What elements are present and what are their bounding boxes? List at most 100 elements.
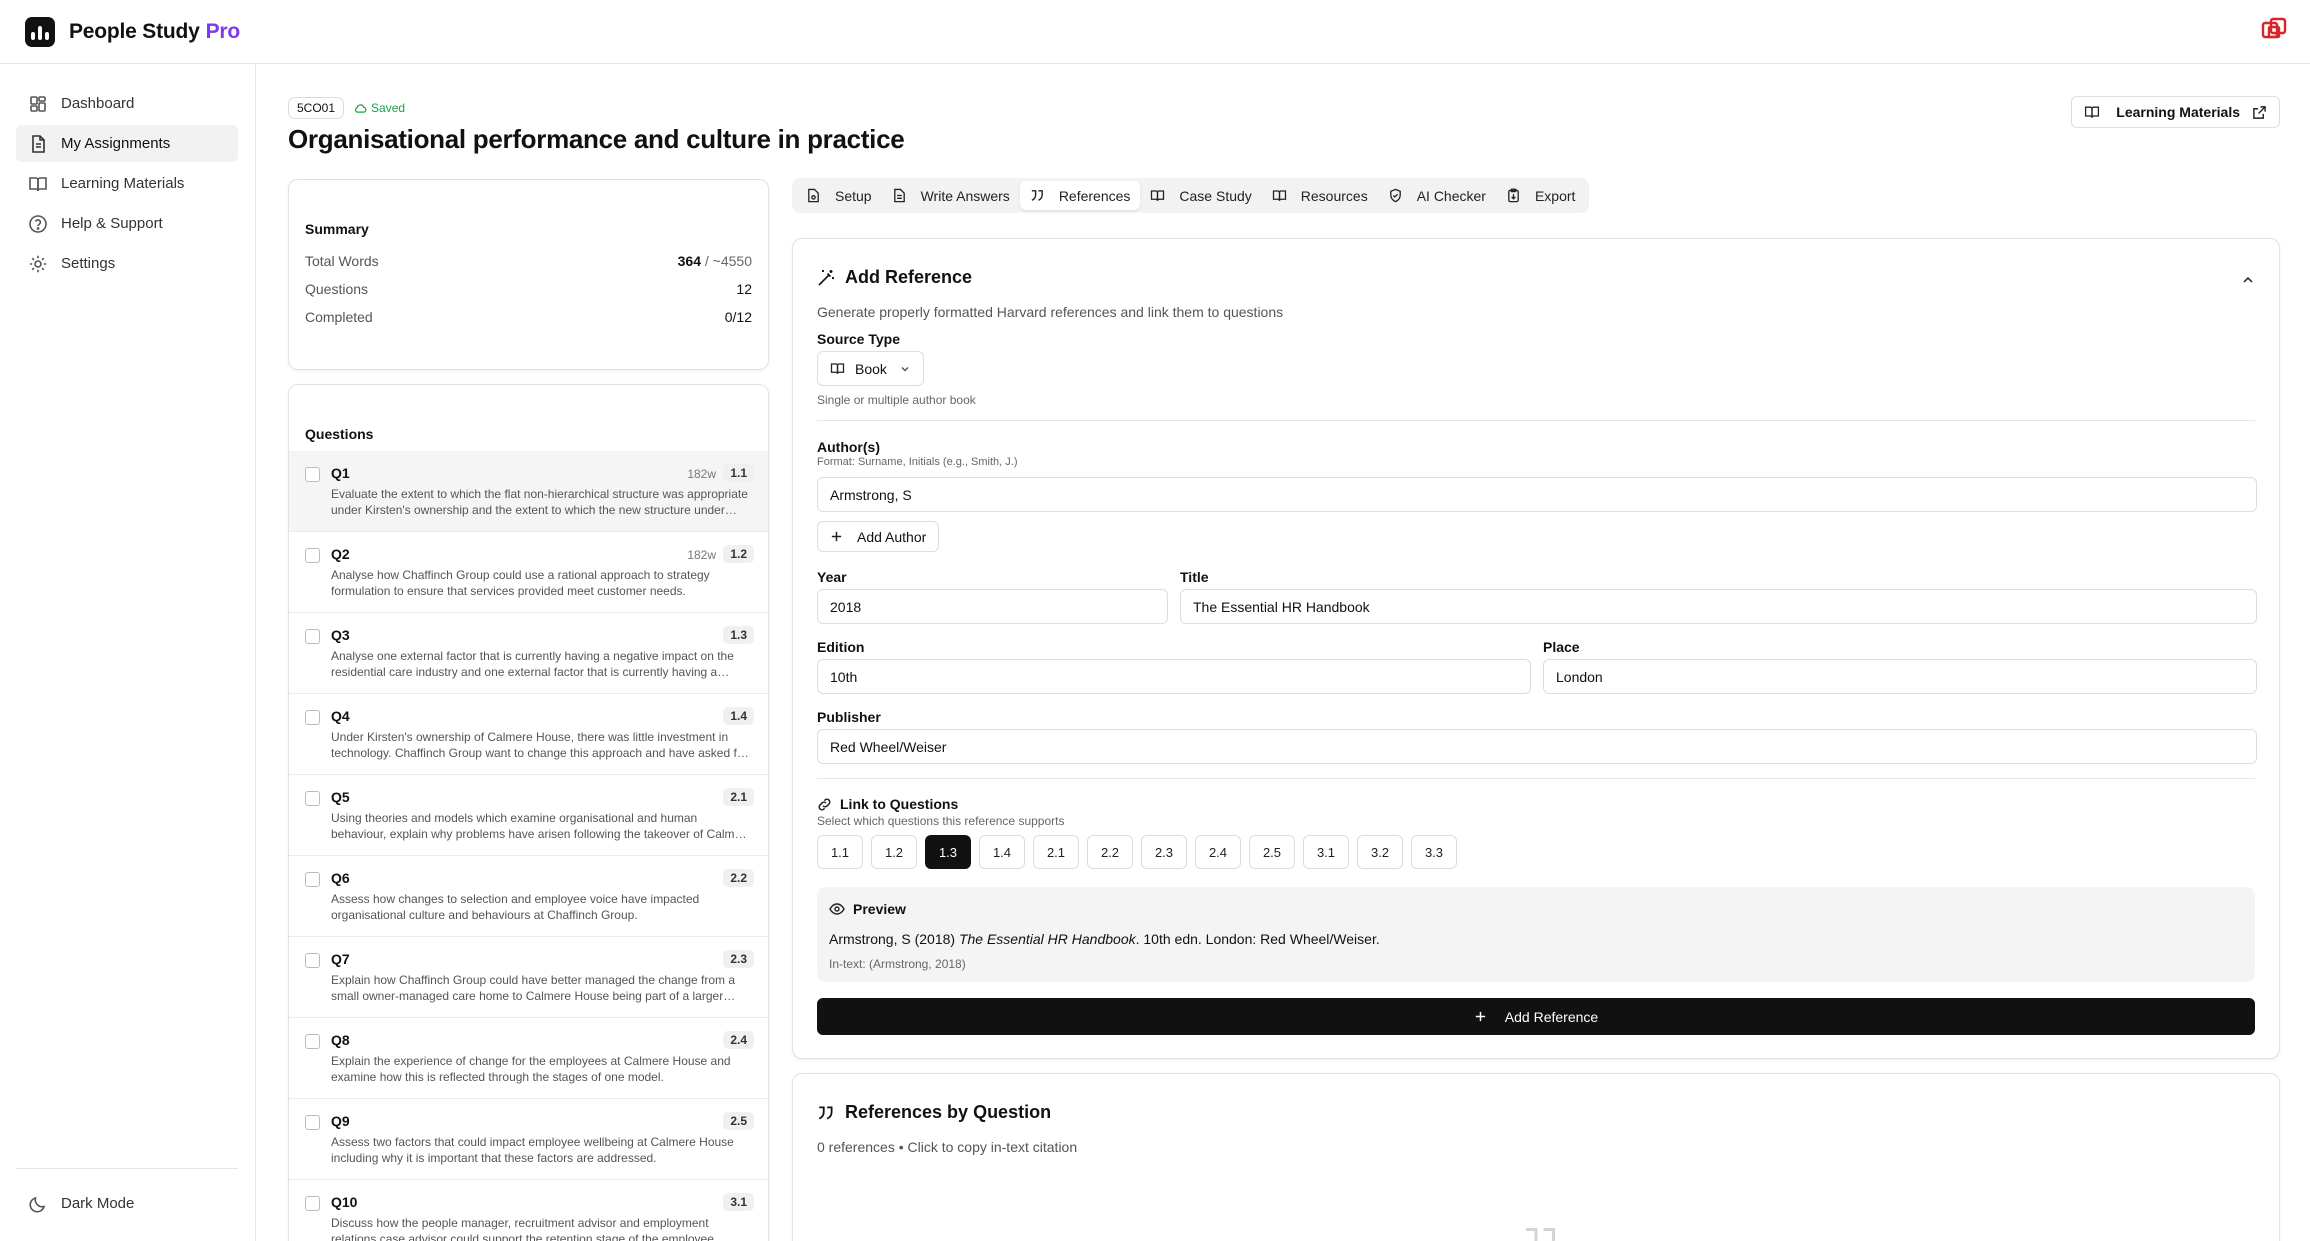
question-checkbox[interactable] — [305, 791, 320, 806]
app-name: People Study Pro — [69, 19, 241, 43]
tab-label: AI Checker — [1416, 187, 1486, 204]
year-label: Year — [817, 569, 847, 585]
question-chip[interactable]: 1.2 — [871, 835, 917, 869]
questions-count-label: Questions — [305, 281, 369, 297]
section-divider — [817, 420, 2255, 421]
add-reference-header[interactable]: Add Reference — [817, 267, 972, 288]
plus-icon — [831, 531, 842, 542]
question-chip[interactable]: 1.1 — [817, 835, 863, 869]
plus-icon — [1475, 1011, 1485, 1022]
question-item[interactable]: Q6 2.2 Assess how changes to selection and… — [289, 856, 768, 937]
book-icon — [2085, 106, 2100, 118]
question-label: Q1 — [331, 465, 350, 481]
library-icon — [1272, 190, 1286, 201]
question-item[interactable]: Q10 3.1 Discuss how the people manager, re… — [289, 1180, 768, 1241]
question-checkbox[interactable] — [305, 1196, 320, 1211]
sidebar-item-help-support[interactable]: Help & Support — [16, 205, 238, 242]
year-input[interactable]: 2018 — [817, 589, 1168, 624]
add-reference-button[interactable]: Add Reference — [817, 998, 2255, 1035]
sidebar-item-dashboard[interactable]: Dashboard — [16, 85, 238, 122]
question-checkbox[interactable] — [305, 953, 320, 968]
question-checkbox[interactable] — [305, 548, 320, 563]
question-chip[interactable]: 2.2 — [1087, 835, 1133, 869]
sidebar-item-my-assignments[interactable]: My Assignments — [16, 125, 238, 162]
question-chip[interactable]: 1.4 — [979, 835, 1025, 869]
question-checkbox[interactable] — [305, 467, 320, 482]
brand-mark-icon[interactable] — [2260, 16, 2288, 44]
chevron-down-icon — [901, 366, 909, 372]
question-checkbox[interactable] — [305, 1034, 320, 1049]
sidebar-item-settings[interactable]: Settings — [16, 245, 238, 282]
tab-export[interactable]: Export — [1496, 181, 1585, 210]
title-input[interactable]: The Essential HR Handbook — [1180, 589, 2257, 624]
tab-write-answers[interactable]: Write Answers — [882, 181, 1020, 210]
collapse-button[interactable] — [2241, 273, 2255, 287]
questions-count-value: 12 — [736, 281, 752, 297]
add-reference-description: Generate properly formatted Harvard refe… — [817, 304, 1284, 320]
learning-materials-button[interactable]: Learning Materials — [2071, 96, 2280, 128]
source-type-select[interactable]: Book — [817, 351, 924, 386]
chevron-up-icon — [2243, 276, 2253, 283]
preview-citation[interactable]: Armstrong, S (2018) The Essential HR Han… — [829, 931, 1380, 947]
question-item[interactable]: Q1 182w 1.1 Evaluate the extent to which th… — [289, 451, 768, 532]
add-author-button[interactable]: Add Author — [817, 521, 940, 552]
total-words-target: / ~4550 — [704, 253, 752, 269]
edition-input[interactable]: 10th — [817, 659, 1531, 694]
question-item[interactable]: Q2 182w 1.2 Analyse how Chaffinch Group cou… — [289, 532, 768, 613]
assignment-meta: 5CO01 Saved — [288, 97, 405, 119]
question-chip[interactable]: 2.5 — [1249, 835, 1295, 869]
question-checkbox[interactable] — [305, 629, 320, 644]
question-text: Evaluate the extent to which the flat no… — [331, 487, 748, 517]
publisher-input[interactable]: Red Wheel/Weiser — [817, 729, 2257, 764]
question-number-badge: 1.4 — [723, 707, 754, 725]
question-chip[interactable]: 3.1 — [1303, 835, 1349, 869]
question-item[interactable]: Q5 2.1 Using theories and models which exa… — [289, 775, 768, 856]
preview-label: Preview — [853, 901, 906, 917]
tab-setup[interactable]: Setup — [796, 181, 882, 210]
question-text: Explain how Chaffinch Group could have b… — [331, 973, 736, 1003]
sidebar-item-label: Dashboard — [61, 95, 135, 112]
tab-label: Case Study — [1179, 187, 1252, 204]
question-checkbox[interactable] — [305, 872, 320, 887]
sidebar-item-label: My Assignments — [61, 135, 171, 152]
dark-mode-toggle[interactable]: Dark Mode — [16, 1185, 238, 1222]
tab-bar: Setup Write Answers References Case Stud… — [792, 178, 1590, 213]
saved-status: Saved — [354, 101, 405, 115]
top-bar: People Study Pro — [0, 0, 2310, 64]
question-text: Analyse one external factor that is curr… — [331, 649, 734, 679]
main-content: 5CO01 Saved Organisational performance a… — [257, 64, 2310, 1241]
page-title: Organisational performance and culture i… — [288, 124, 905, 154]
tab-case-study[interactable]: Case Study — [1140, 181, 1261, 210]
question-label: Q4 — [331, 708, 350, 724]
author-input[interactable]: Armstrong, S — [817, 477, 2257, 512]
link-icon — [818, 798, 831, 810]
tab-references[interactable]: References — [1019, 181, 1141, 210]
question-chip[interactable]: 3.2 — [1357, 835, 1403, 869]
question-number-badge: 1.3 — [723, 626, 754, 644]
question-chip[interactable]: 2.3 — [1141, 835, 1187, 869]
question-chip[interactable]: 2.4 — [1195, 835, 1241, 869]
app-logo-icon[interactable] — [25, 16, 55, 47]
tab-resources[interactable]: Resources — [1262, 181, 1378, 210]
publisher-label: Publisher — [817, 709, 881, 725]
question-checkbox[interactable] — [305, 1115, 320, 1130]
question-chip[interactable]: 1.3 — [925, 835, 971, 869]
question-item[interactable]: Q4 1.4 Under Kirsten's ownership of Calmer… — [289, 694, 768, 775]
book-icon — [29, 176, 47, 191]
summary-completed: Completed 0/12 — [305, 309, 752, 325]
questions-title: Questions — [305, 426, 374, 442]
place-input[interactable]: London — [1543, 659, 2257, 694]
question-chip[interactable]: 2.1 — [1033, 835, 1079, 869]
shield-check-icon — [1389, 188, 1401, 203]
sidebar-item-learning-materials[interactable]: Learning Materials — [16, 165, 238, 202]
question-item[interactable]: Q8 2.4 Explain the experience of change fo… — [289, 1018, 768, 1099]
tab-ai-checker[interactable]: AI Checker — [1378, 181, 1496, 210]
question-item[interactable]: Q7 2.3 Explain how Chaffinch Group could h… — [289, 937, 768, 1018]
section-divider — [817, 778, 2255, 779]
question-item[interactable]: Q3 1.3 Analyse one external factor that is… — [289, 613, 768, 694]
question-chip[interactable]: 3.3 — [1411, 835, 1457, 869]
question-item[interactable]: Q9 2.5 Assess two factors that could impac… — [289, 1099, 768, 1180]
preview-title: The Essential HR Handbook — [958, 931, 1136, 947]
question-checkbox[interactable] — [305, 710, 320, 725]
wand-icon — [818, 269, 834, 286]
